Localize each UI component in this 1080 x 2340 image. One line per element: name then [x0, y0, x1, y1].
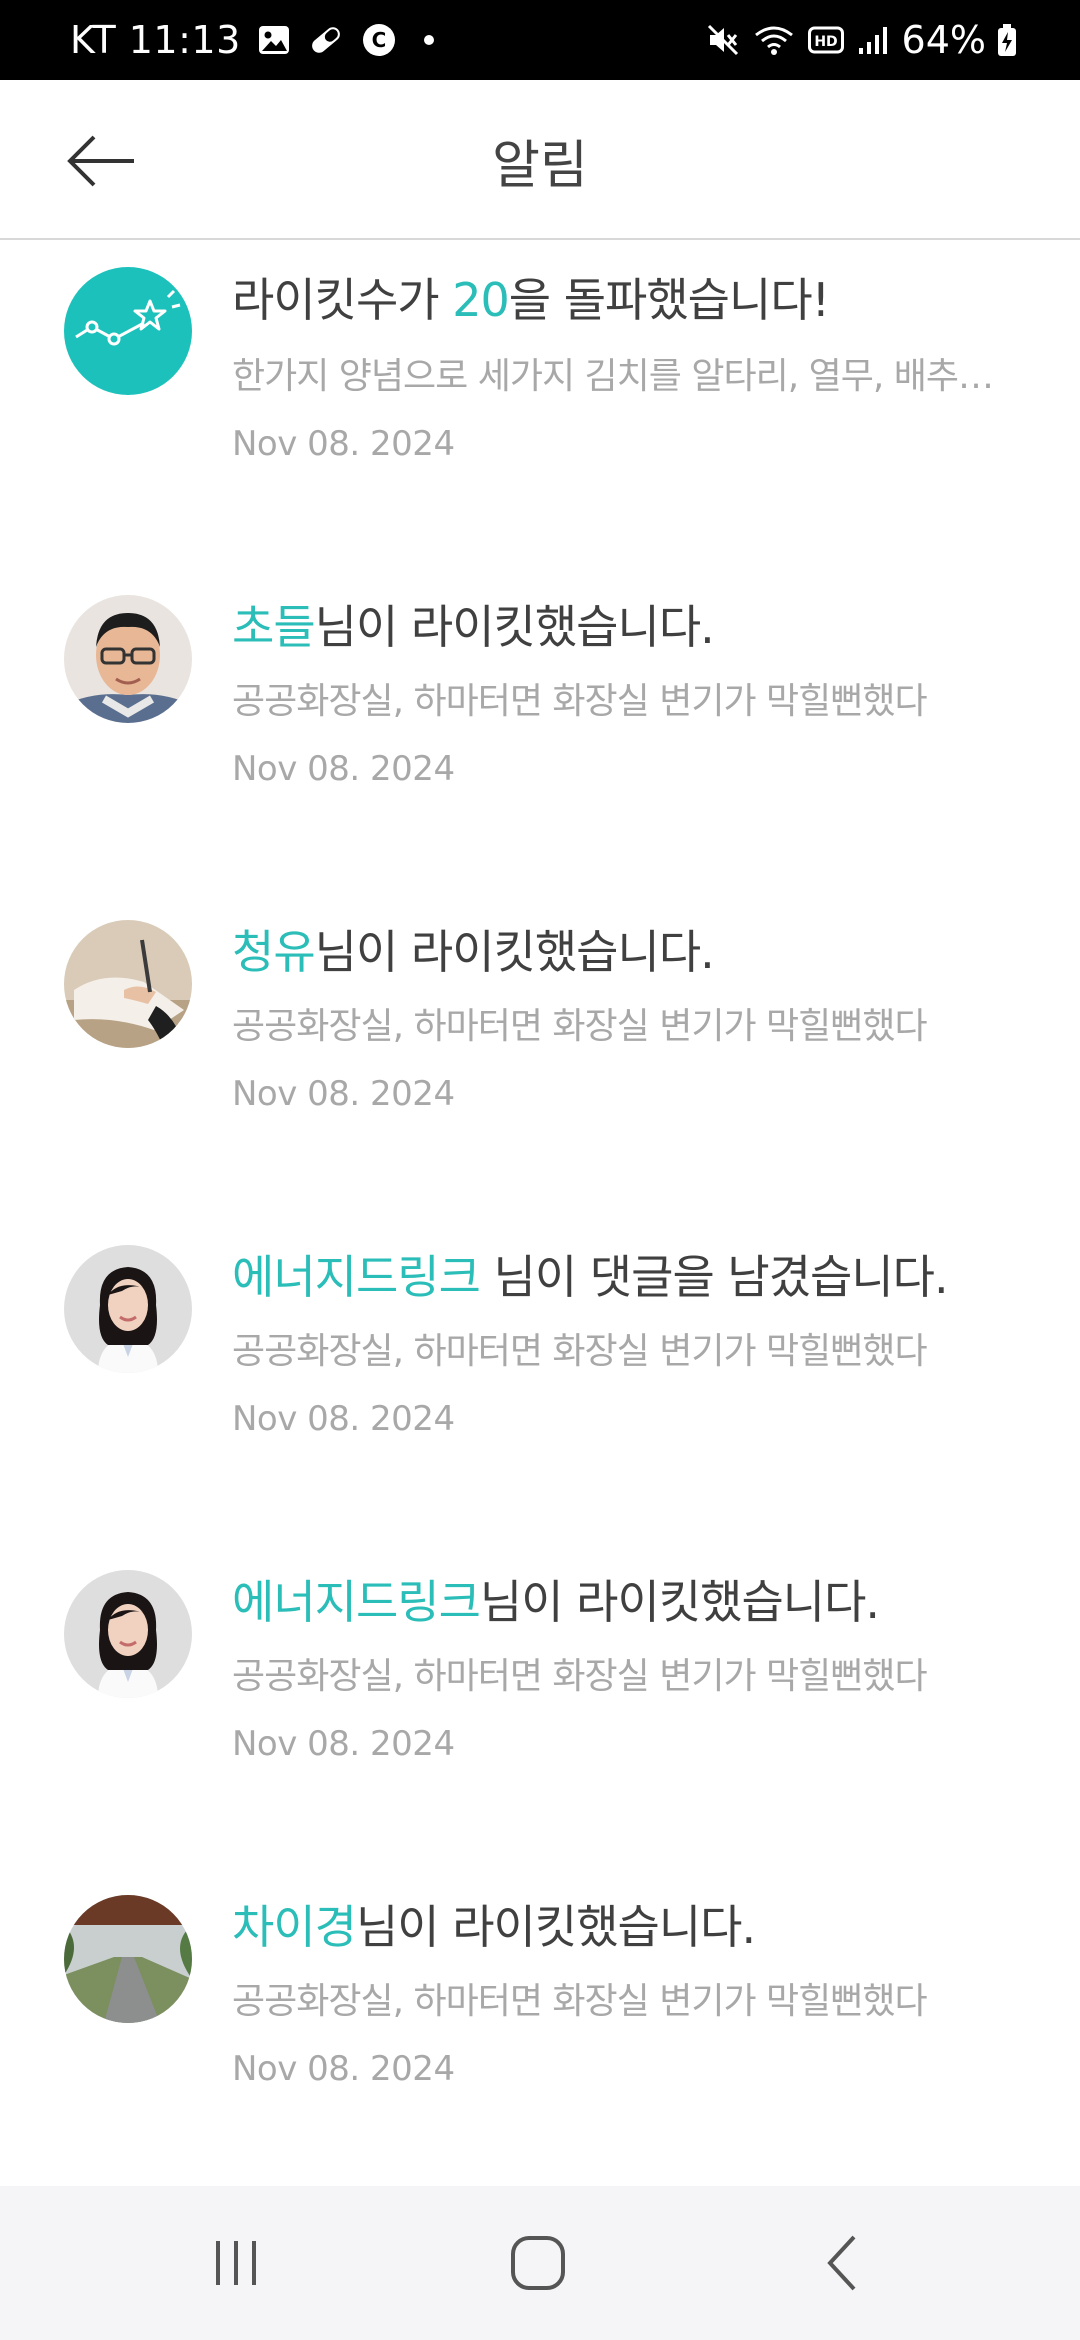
user-photo-woman-doctor[interactable] [64, 1570, 192, 1698]
title-prefix: 라이킷수가 [232, 273, 453, 327]
title-accent: 20 [452, 273, 510, 327]
user-photo-writing-hand[interactable] [64, 920, 192, 1048]
title-accent: 청유 [232, 925, 316, 979]
notification-preview: 한가지 양념으로 세가지 김치를 알타리, 열무, 배추 담그기 [232, 356, 1002, 397]
notification-item[interactable]: 에너지드링크 님이 댓글을 남겼습니다. 공공화장실, 하마터면 화장실 변기가… [0, 1217, 1080, 1542]
svg-text:HD: HD [814, 34, 837, 50]
title-suffix: 님이 라이킷했습니다. [355, 1900, 756, 1954]
title-suffix: 님이 라이킷했습니다. [314, 600, 715, 654]
notification-title: 차이경님이 라이킷했습니다. [232, 1891, 1040, 1957]
back-button[interactable] [52, 116, 152, 206]
home-icon [511, 2236, 565, 2290]
notification-item[interactable]: 청유님이 라이킷했습니다. 공공화장실, 하마터면 화장실 변기가 막힐뻔했다 … [0, 892, 1080, 1217]
user-photo-man-glasses[interactable] [64, 595, 192, 723]
notification-date: Nov 08. 2024 [232, 1724, 455, 1764]
status-bar-left: KT 11:13 C [70, 18, 435, 62]
notification-title: 라이킷수가 20을 돌파했습니다! [232, 264, 1040, 330]
notification-title: 초들님이 라이킷했습니다. [232, 591, 1040, 657]
wifi-icon [754, 23, 794, 57]
notification-preview: 공공화장실, 하마터면 화장실 변기가 막힐뻔했다 [232, 1331, 928, 1372]
notification-title: 청유님이 라이킷했습니다. [232, 916, 1040, 982]
notification-item[interactable]: 라이킷수가 20을 돌파했습니다! 한가지 양념으로 세가지 김치를 알타리, … [0, 242, 1080, 567]
signal-icon [858, 24, 888, 56]
user-photo-country-road[interactable] [64, 1895, 192, 2023]
notification-list: 라이킷수가 20을 돌파했습니다! 한가지 양념으로 세가지 김치를 알타리, … [0, 242, 1080, 2192]
title-accent: 에너지드링크 [232, 1575, 481, 1629]
trend-star-icon [64, 267, 192, 395]
home-button[interactable] [438, 2186, 638, 2340]
arrow-left-icon [67, 135, 134, 187]
hd-icon: HD [807, 25, 844, 55]
user-photo-woman-doctor[interactable] [64, 1245, 192, 1373]
title-accent: 초들 [232, 600, 316, 654]
back-icon [827, 2235, 856, 2291]
notification-item[interactable]: 차이경님이 라이킷했습니다. 공공화장실, 하마터면 화장실 변기가 막힐뻔했다… [0, 1867, 1080, 2192]
title-accent: 차이경 [232, 1900, 357, 1954]
notification-preview: 공공화장실, 하마터면 화장실 변기가 막힐뻔했다 [232, 1656, 928, 1697]
pill-icon [307, 23, 345, 57]
notification-date: Nov 08. 2024 [232, 1399, 455, 1439]
title-suffix: 님이 라이킷했습니다. [479, 1575, 880, 1629]
svg-text:C: C [371, 28, 386, 52]
mute-icon [706, 23, 740, 57]
status-bar: KT 11:13 C HD 64% [0, 0, 1080, 80]
back-nav-button[interactable] [744, 2186, 944, 2340]
battery-percent: 64% [901, 18, 986, 62]
status-bar-right: HD 64% [706, 18, 1018, 62]
carrier-time: KT 11:13 [70, 18, 241, 62]
title-suffix: 님이 댓글을 남겼습니다. [479, 1250, 949, 1304]
title-suffix: 님이 라이킷했습니다. [314, 925, 715, 979]
notification-date: Nov 08. 2024 [232, 424, 455, 464]
system-nav-bar [0, 2186, 1080, 2340]
notification-date: Nov 08. 2024 [232, 749, 455, 789]
notification-title: 에너지드링크 님이 댓글을 남겼습니다. [232, 1241, 1040, 1307]
notification-item[interactable]: 에너지드링크님이 라이킷했습니다. 공공화장실, 하마터면 화장실 변기가 막힐… [0, 1542, 1080, 1867]
image-icon [257, 23, 291, 57]
dot-icon [423, 34, 435, 46]
title-accent: 에너지드링크 [232, 1250, 481, 1304]
recent-apps-button[interactable] [136, 2186, 336, 2340]
notification-preview: 공공화장실, 하마터면 화장실 변기가 막힐뻔했다 [232, 681, 928, 722]
page-title: 알림 [492, 135, 588, 196]
notification-date: Nov 08. 2024 [232, 2049, 455, 2089]
notification-title: 에너지드링크님이 라이킷했습니다. [232, 1566, 1040, 1632]
notification-preview: 공공화장실, 하마터면 화장실 변기가 막힐뻔했다 [232, 1006, 928, 1047]
app-header: 알림 [0, 80, 1080, 240]
c-badge-icon: C [361, 22, 397, 58]
battery-charging-icon [996, 23, 1018, 57]
recent-apps-icon [216, 2241, 256, 2285]
notification-preview: 공공화장실, 하마터면 화장실 변기가 막힐뻔했다 [232, 1981, 928, 2022]
notification-item[interactable]: 초들님이 라이킷했습니다. 공공화장실, 하마터면 화장실 변기가 막힐뻔했다 … [0, 567, 1080, 892]
title-suffix: 을 돌파했습니다! [508, 273, 830, 327]
notification-date: Nov 08. 2024 [232, 1074, 455, 1114]
